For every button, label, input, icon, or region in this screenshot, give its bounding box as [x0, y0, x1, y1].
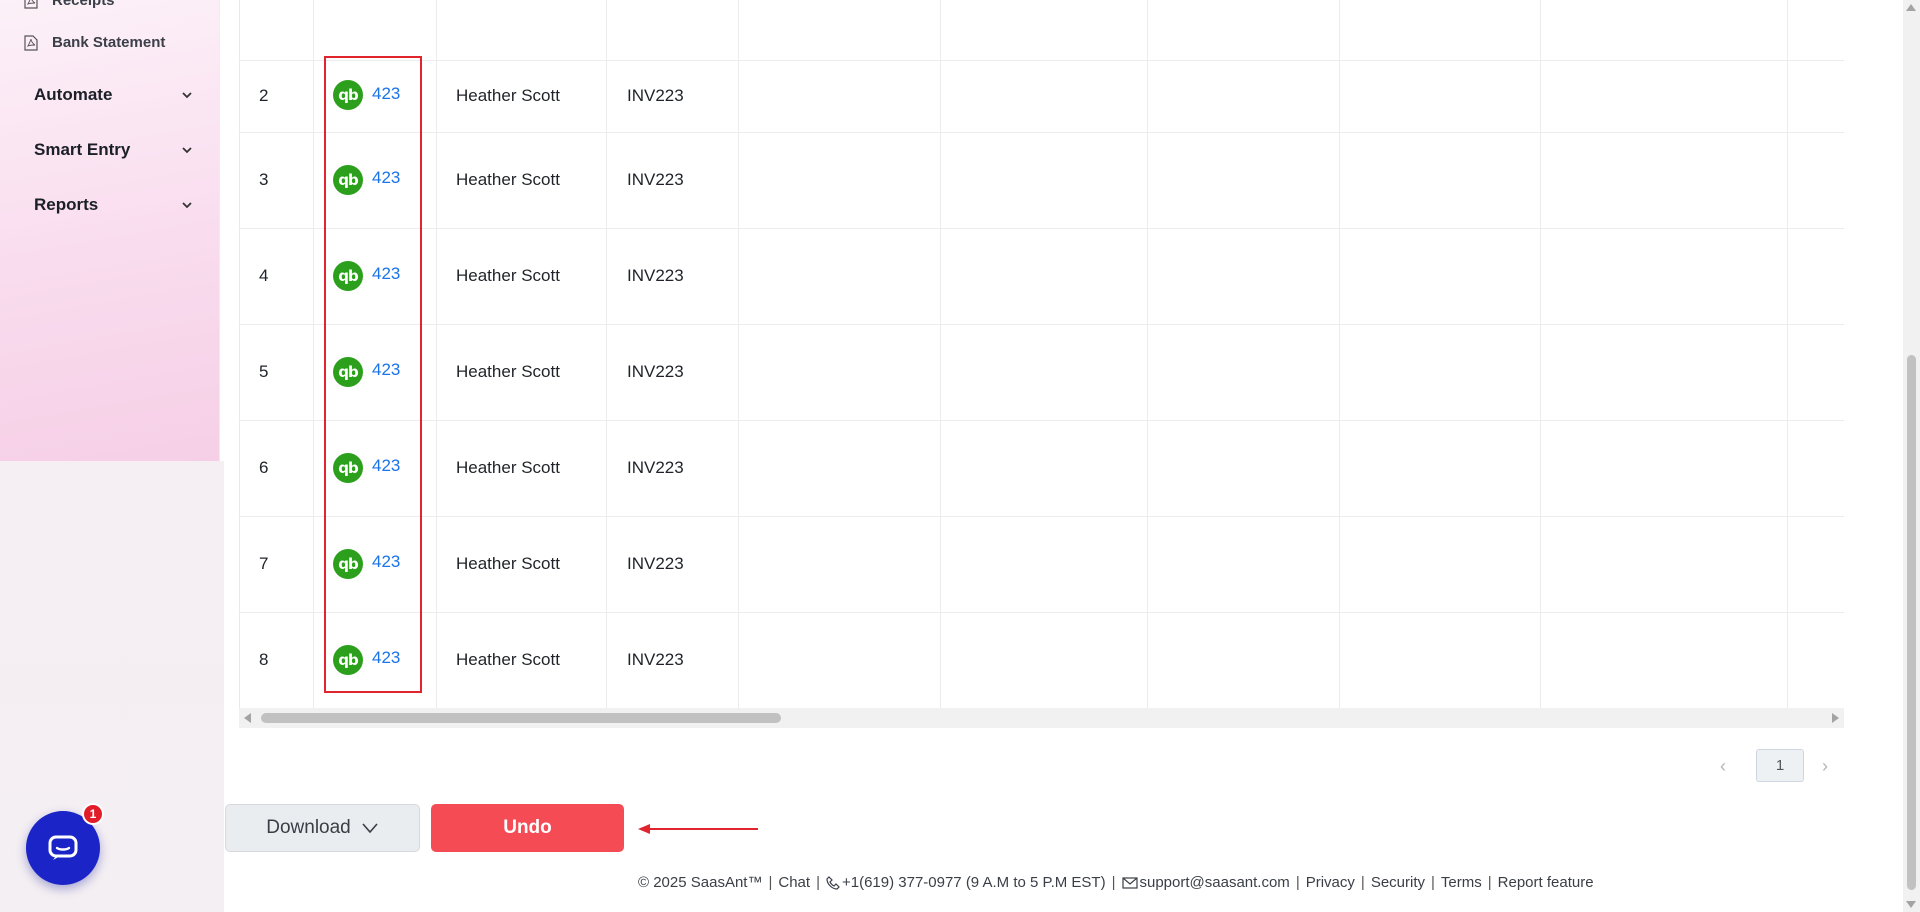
scroll-right-icon[interactable]: [1832, 713, 1839, 723]
customer-name: Heather Scott: [456, 362, 560, 381]
invoice-number: INV223: [627, 86, 684, 105]
customer-name: Heather Scott: [456, 650, 560, 669]
scrollbar-thumb[interactable]: [1907, 355, 1916, 890]
separator: |: [1295, 874, 1300, 891]
pagination-prev-button[interactable]: ‹: [1720, 756, 1726, 777]
separator: |: [1431, 874, 1435, 891]
row-divider: [239, 228, 1844, 229]
customer-name: Heather Scott: [456, 458, 560, 477]
mail-icon: [1121, 876, 1138, 889]
row-divider: [239, 420, 1844, 421]
sidebar-divider: [219, 0, 220, 461]
customer-name: Heather Scott: [456, 266, 560, 285]
customer-name: Heather Scott: [456, 554, 560, 573]
support-email-link[interactable]: support@saasant.com: [1140, 874, 1290, 891]
column-divider: [436, 0, 437, 708]
sidebar-group-automate[interactable]: Automate: [34, 85, 194, 105]
column-divider: [1787, 0, 1788, 708]
chevron-down-icon: [182, 147, 192, 154]
row-divider: [239, 132, 1844, 133]
notification-badge: 1: [82, 803, 104, 825]
pagination-next-button[interactable]: ›: [1822, 756, 1828, 777]
row-divider: [239, 60, 1844, 61]
invoice-number: INV223: [627, 458, 684, 477]
column-divider: [738, 0, 739, 708]
chevron-down-icon: [362, 823, 378, 834]
separator: |: [1360, 874, 1365, 891]
sidebar-group-label: Reports: [34, 195, 99, 214]
sidebar-item-bank-statement[interactable]: Bank Statement: [24, 34, 165, 51]
horizontal-scrollbar[interactable]: [239, 708, 1844, 728]
row-divider: [239, 324, 1844, 325]
row-number: 6: [259, 458, 269, 477]
privacy-link[interactable]: Privacy: [1306, 874, 1355, 891]
file-pdf-icon: [24, 0, 38, 9]
undo-button[interactable]: Undo: [431, 804, 624, 852]
column-divider: [313, 0, 314, 708]
data-table: [239, 0, 1844, 708]
separator: |: [1487, 874, 1492, 891]
customer-name: Heather Scott: [456, 86, 560, 105]
sidebar-group-label: Smart Entry: [34, 140, 131, 159]
row-number: 8: [259, 650, 269, 669]
row-number: 2: [259, 86, 269, 105]
scroll-left-icon[interactable]: [244, 713, 251, 723]
chevron-down-icon: [182, 92, 192, 99]
footer: © 2025 SaasAnt™ | Chat | +1(619) 377-097…: [638, 874, 1594, 891]
invoice-number: INV223: [627, 266, 684, 285]
invoice-number: INV223: [627, 170, 684, 189]
sidebar-group-label: Automate: [34, 85, 113, 104]
sidebar-item-label: Receipts: [52, 0, 115, 9]
customer-name: Heather Scott: [456, 170, 560, 189]
security-link[interactable]: Security: [1371, 874, 1425, 891]
row-divider: [239, 612, 1844, 613]
row-number: 5: [259, 362, 269, 381]
download-button[interactable]: Download: [225, 804, 420, 852]
scroll-up-icon[interactable]: [1906, 4, 1916, 11]
phone-number[interactable]: +1(619) 377-0977 (9 A.M to 5 P.M EST): [842, 874, 1106, 891]
sidebar-group-reports[interactable]: Reports: [34, 195, 194, 215]
sidebar-item-label: Bank Statement: [52, 34, 166, 51]
separator: |: [768, 874, 773, 891]
row-number: 7: [259, 554, 269, 573]
row-divider: [239, 516, 1844, 517]
vertical-scrollbar[interactable]: [1903, 0, 1920, 912]
invoice-number: INV223: [627, 362, 684, 381]
column-divider: [1540, 0, 1541, 708]
chat-icon: [48, 835, 78, 860]
terms-link[interactable]: Terms: [1441, 874, 1482, 891]
scroll-down-icon[interactable]: [1906, 901, 1916, 908]
report-feature-link[interactable]: Report feature: [1498, 874, 1594, 891]
separator: |: [816, 874, 820, 891]
download-label: Download: [266, 817, 351, 838]
arrow-left-icon: [638, 824, 758, 834]
sidebar-group-smart-entry[interactable]: Smart Entry: [34, 140, 194, 160]
sidebar-item-receipts[interactable]: Receipts: [24, 0, 115, 9]
separator: |: [1111, 874, 1116, 891]
copyright-text: © 2025 SaasAnt™: [638, 874, 763, 891]
column-divider: [1339, 0, 1340, 708]
sidebar: [0, 0, 219, 461]
invoice-number: INV223: [627, 554, 684, 573]
scrollbar-thumb[interactable]: [261, 713, 781, 723]
row-number: 4: [259, 266, 269, 285]
chevron-down-icon: [182, 202, 192, 209]
column-divider: [606, 0, 607, 708]
chat-link[interactable]: Chat: [778, 874, 810, 891]
pagination-current-page[interactable]: 1: [1756, 749, 1804, 782]
column-divider: [940, 0, 941, 708]
phone-icon: [826, 875, 840, 890]
file-pdf-icon: [24, 34, 38, 51]
row-number: 3: [259, 170, 269, 189]
column-divider: [1147, 0, 1148, 708]
invoice-number: INV223: [627, 650, 684, 669]
highlight-box: [324, 56, 422, 693]
